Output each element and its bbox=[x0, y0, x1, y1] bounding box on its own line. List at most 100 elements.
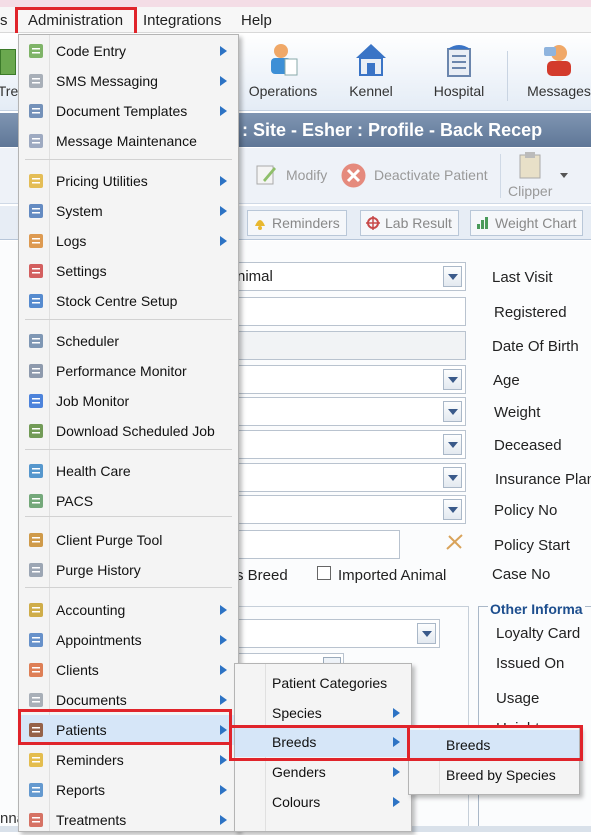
tab-weight-chart-label: Weight Chart bbox=[495, 215, 577, 231]
admin-menu-label: Reports bbox=[56, 782, 106, 798]
pacs-icon bbox=[27, 492, 45, 510]
toolbar-kennel-button[interactable]: Kennel bbox=[342, 41, 400, 99]
breed-checkbox-label: s Breed bbox=[236, 567, 288, 584]
admin-menu-item-job-monitor[interactable]: Job Monitor bbox=[19, 386, 238, 416]
admin-menu-item-clients[interactable]: Clients bbox=[19, 655, 238, 685]
clear-icon[interactable] bbox=[444, 532, 466, 552]
select-field-5[interactable] bbox=[230, 495, 466, 524]
label-registered: Registered bbox=[494, 304, 567, 321]
label-age: Age bbox=[493, 372, 520, 389]
clipper-icon bbox=[518, 151, 542, 179]
tab-lab-result-label: Lab Result bbox=[385, 215, 452, 231]
highlight-breeds-leaf bbox=[407, 725, 583, 761]
admin-menu-item-system[interactable]: System bbox=[19, 196, 238, 226]
chevron-right-icon bbox=[220, 695, 227, 705]
select-field-3[interactable] bbox=[230, 430, 466, 459]
admin-menu-label: System bbox=[56, 203, 103, 219]
tab-weight-chart[interactable]: Weight Chart bbox=[470, 210, 584, 236]
admin-menu-item-settings[interactable]: Settings bbox=[19, 256, 238, 286]
admin-menu-item-purge-history[interactable]: Purge History bbox=[19, 555, 238, 585]
label-date-of-birth: Date Of Birth bbox=[492, 338, 579, 355]
clipper-button[interactable]: Clipper bbox=[508, 183, 552, 199]
admin-menu-label: Download Scheduled Job bbox=[56, 423, 215, 439]
admin-menu-label: Documents bbox=[56, 692, 127, 708]
admin-menu-item-client-purge-tool[interactable]: Client Purge Tool bbox=[19, 525, 238, 555]
admin-menu-item-pricing-utilities[interactable]: Pricing Utilities bbox=[19, 166, 238, 196]
modify-button[interactable]: Modify bbox=[286, 167, 327, 183]
admin-menu-item-sms-messaging[interactable]: SMS Messaging bbox=[19, 66, 238, 96]
animal-type-select[interactable]: nimal bbox=[230, 262, 466, 291]
chevron-right-icon bbox=[220, 665, 227, 675]
menu-help[interactable]: Help bbox=[241, 12, 272, 29]
chevron-down-icon[interactable] bbox=[443, 434, 462, 455]
highlight-breeds-item bbox=[229, 725, 410, 761]
toolbar-operations-label: Operations bbox=[248, 83, 318, 99]
clipper-dropdown-icon[interactable] bbox=[560, 173, 568, 178]
patients-menu-item-patient-categories[interactable]: Patient Categories bbox=[235, 668, 411, 698]
admin-menu-item-reminders[interactable]: Reminders bbox=[19, 745, 238, 775]
patients-menu-item-colours[interactable]: Colours bbox=[235, 787, 411, 817]
chevron-down-icon[interactable] bbox=[443, 467, 462, 488]
label-usage: Usage bbox=[496, 690, 540, 707]
admin-menu-item-health-care[interactable]: Health Care bbox=[19, 456, 238, 486]
admin-menu-item-accounting[interactable]: Accounting bbox=[19, 595, 238, 625]
tab-reminders-label: Reminders bbox=[272, 215, 340, 231]
select-field-1[interactable] bbox=[230, 365, 466, 394]
tab-reminders[interactable]: Reminders bbox=[247, 210, 347, 236]
select-field-2[interactable] bbox=[230, 397, 466, 426]
admin-menu-item-appointments[interactable]: Appointments bbox=[19, 625, 238, 655]
admin-menu-item-reports[interactable]: Reports bbox=[19, 775, 238, 805]
name-field[interactable] bbox=[230, 297, 466, 326]
toolbar-separator bbox=[507, 51, 508, 101]
chevron-down-icon[interactable] bbox=[443, 369, 462, 390]
select-field-4[interactable] bbox=[230, 463, 466, 492]
window-title: : Site - Esher : Profile - Back Recep bbox=[242, 120, 543, 140]
admin-menu-item-treatments[interactable]: Treatments bbox=[19, 805, 238, 835]
chevron-down-icon[interactable] bbox=[417, 623, 436, 644]
menu-integrations[interactable]: Integrations bbox=[143, 12, 221, 29]
breeds-menu-label: Breed by Species bbox=[446, 767, 556, 783]
toolbar-operations-button[interactable]: Operations bbox=[246, 41, 320, 99]
hospital-icon bbox=[442, 41, 476, 79]
toolbar-messages-label: Messages bbox=[527, 83, 591, 99]
accounting-icon bbox=[27, 601, 45, 619]
admin-menu-item-logs[interactable]: Logs bbox=[19, 226, 238, 256]
admin-menu-label: Performance Monitor bbox=[56, 363, 187, 379]
menu-separator bbox=[25, 159, 232, 160]
admin-menu-item-document-templates[interactable]: Document Templates bbox=[19, 96, 238, 126]
logs-icon bbox=[27, 232, 45, 250]
chevron-down-icon[interactable] bbox=[443, 401, 462, 422]
admin-menu-item-stock-centre-setup[interactable]: Stock Centre Setup bbox=[19, 286, 238, 316]
menu-partial[interactable]: s bbox=[0, 12, 8, 29]
purge-history-icon bbox=[27, 561, 45, 579]
chevron-right-icon bbox=[220, 236, 227, 246]
tab-lab-result[interactable]: Lab Result bbox=[360, 210, 459, 236]
appointments-icon bbox=[27, 631, 45, 649]
admin-menu-item-message-maintenance[interactable]: Message Maintenance bbox=[19, 126, 238, 156]
patients-menu-item-genders[interactable]: Genders bbox=[235, 757, 411, 787]
reports-icon bbox=[27, 781, 45, 799]
admin-menu-label: Document Templates bbox=[56, 103, 188, 119]
patients-menu-item-species[interactable]: Species bbox=[235, 698, 411, 728]
clients-icon bbox=[27, 661, 45, 679]
breeds-menu-item-breed-by-species[interactable]: Breed by Species bbox=[409, 760, 579, 790]
imported-animal-checkbox[interactable] bbox=[317, 566, 331, 580]
admin-menu-item-download-scheduled-job[interactable]: Download Scheduled Job bbox=[19, 416, 238, 446]
text-field[interactable] bbox=[230, 530, 400, 559]
toolbar-messages-button[interactable]: Messages bbox=[524, 41, 591, 99]
admin-menu-item-scheduler[interactable]: Scheduler bbox=[19, 326, 238, 356]
admin-menu-item-performance-monitor[interactable]: Performance Monitor bbox=[19, 356, 238, 386]
lower-select-field[interactable] bbox=[234, 619, 440, 648]
admin-menu-item-pacs[interactable]: PACS bbox=[19, 486, 238, 516]
chevron-down-icon[interactable] bbox=[443, 499, 462, 520]
message-maintenance-icon bbox=[27, 132, 45, 150]
chevron-down-icon[interactable] bbox=[443, 266, 462, 287]
other-information-title: Other Informa bbox=[488, 601, 585, 617]
admin-menu-item-code-entry[interactable]: Code Entry bbox=[19, 36, 238, 66]
admin-menu-label: PACS bbox=[56, 493, 94, 509]
toolbar-treatment-button[interactable]: Tre bbox=[0, 41, 20, 99]
toolbar-hospital-button[interactable]: Hospital bbox=[430, 41, 488, 99]
deactivate-patient-button[interactable]: Deactivate Patient bbox=[374, 167, 488, 183]
document-templates-icon bbox=[27, 102, 45, 120]
pricing-icon bbox=[27, 172, 45, 190]
